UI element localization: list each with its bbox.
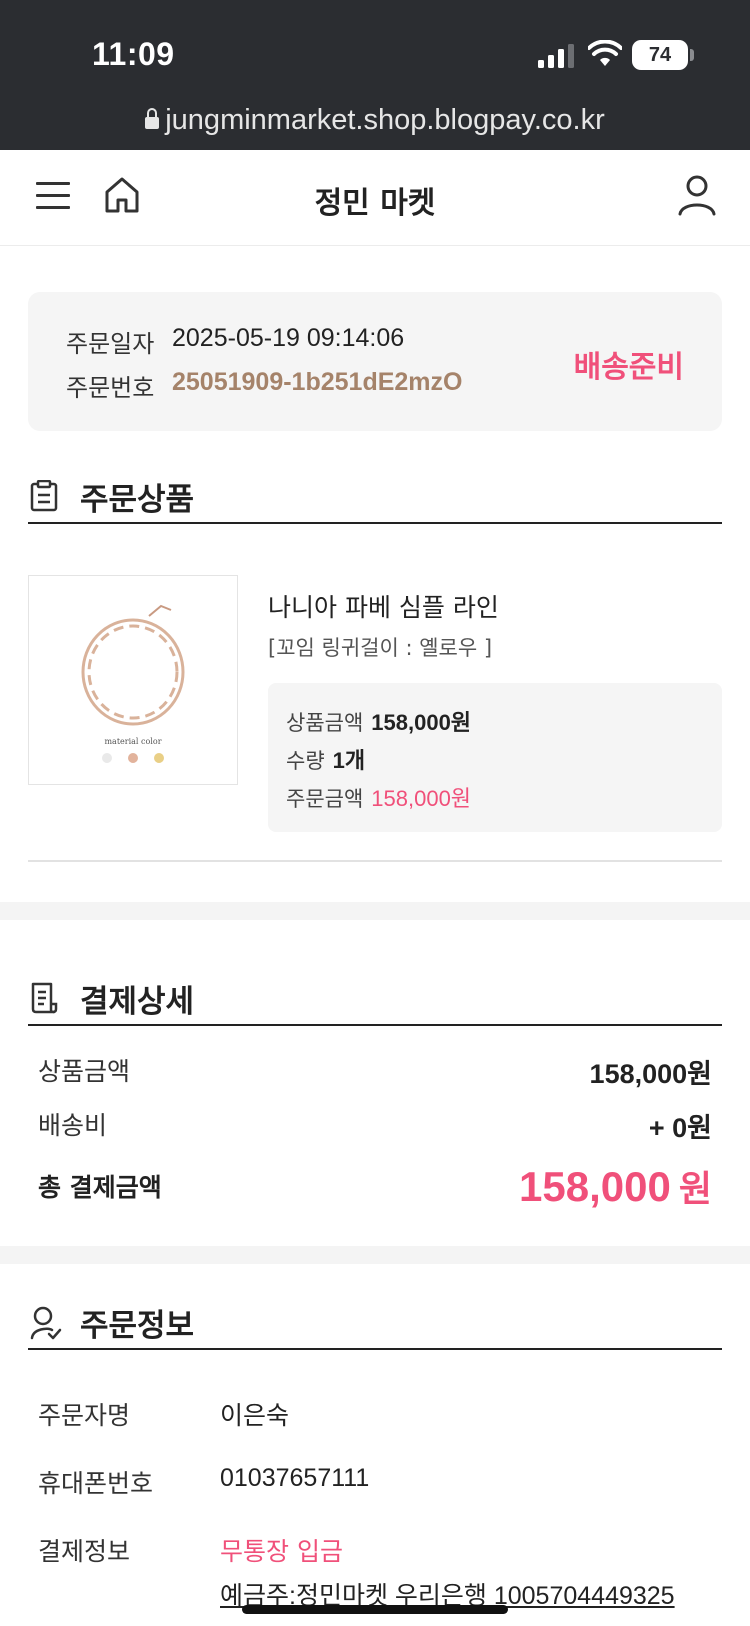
payment-detail-title: 결제상세: [80, 984, 195, 1020]
product-image[interactable]: material color: [28, 575, 238, 785]
home-indicator[interactable]: [242, 1605, 508, 1614]
order-summary-card: 주문일자 2025-05-19 09:14:06 주문번호 25051909-1…: [28, 292, 722, 431]
clipboard-icon: [30, 480, 58, 512]
url-text: jungminmarket.shop.blogpay.co.kr: [165, 104, 605, 136]
battery-cap: [690, 49, 694, 61]
image-caption: material color: [104, 737, 161, 746]
phone-value: 01037657111: [220, 1464, 370, 1492]
product-qty-label: 수량: [286, 749, 325, 773]
top-nav: 정민 마켓: [0, 150, 750, 246]
payment-product-row: 상품금액 158,000원: [38, 1052, 712, 1089]
battery-indicator: 74: [632, 40, 688, 70]
order-number-value: 25051909-1b251dE2mzO: [172, 368, 463, 396]
total-amount: 158,000 원: [519, 1160, 712, 1212]
product-order-value: 158,000원: [371, 786, 472, 811]
product-order-row: 주문금액 158,000원: [286, 781, 471, 813]
divider: [28, 860, 722, 862]
order-date-label: 주문일자: [66, 330, 155, 358]
shipping-label: 배송비: [38, 1111, 108, 1140]
order-products-title: 주문상품: [80, 482, 195, 518]
payment-product-label: 상품금액: [38, 1057, 131, 1086]
section-gap: [0, 902, 750, 920]
product-qty-value: 1개: [332, 748, 366, 773]
section-gap: [0, 1246, 750, 1264]
product-qty-row: 수량 1개: [286, 743, 365, 775]
status-time: 11:09: [92, 36, 175, 72]
shipping-value: + 0원: [648, 1113, 712, 1143]
payment-detail-header: 결제상세: [28, 976, 722, 1026]
shipping-row: 배송비 + 0원: [38, 1106, 712, 1143]
total-value: 158,000: [519, 1163, 671, 1210]
payment-info-label: 결제정보: [38, 1537, 131, 1566]
order-info-header: 주문정보: [28, 1300, 722, 1350]
product-price-box: 상품금액 158,000원 수량 1개 주문금액 158,000원: [268, 683, 722, 832]
product-option: [꼬임 링귀걸이 : 옐로우 ]: [268, 636, 493, 660]
product-name[interactable]: 나니아 파베 심플 라인: [268, 588, 499, 624]
total-label: 총 결제금액: [38, 1173, 162, 1202]
order-number-label: 주문번호: [66, 374, 155, 402]
product-price-value: 158,000원: [371, 710, 472, 735]
store-title[interactable]: 정민 마켓: [0, 178, 750, 222]
product-order-label: 주문금액: [286, 787, 364, 811]
status-bar: 11:09 74 jungminmarket.shop.blogpay.co.k…: [0, 0, 750, 150]
order-info-title: 주문정보: [80, 1308, 195, 1344]
wifi-icon: [588, 40, 622, 66]
total-unit: 원: [678, 1168, 712, 1209]
receipt-icon: [31, 982, 58, 1014]
necklace-image: material color: [81, 604, 185, 763]
payment-product-value: 158,000원: [589, 1059, 712, 1089]
signal-icon: [538, 44, 574, 68]
person-check-icon: [30, 1306, 62, 1340]
product-price-row: 상품금액 158,000원: [286, 705, 471, 737]
order-status-badge: 배송준비: [573, 350, 684, 385]
phone-label: 휴대폰번호: [38, 1469, 154, 1498]
lock-icon: [145, 108, 160, 129]
order-products-header: 주문상품: [28, 474, 722, 524]
order-date-value: 2025-05-19 09:14:06: [172, 324, 405, 352]
orderer-value: 이은숙: [220, 1402, 290, 1430]
product-price-label: 상품금액: [286, 711, 364, 735]
payment-method-value: 무통장 입금: [220, 1537, 343, 1566]
address-bar[interactable]: jungminmarket.shop.blogpay.co.kr: [0, 104, 750, 137]
orderer-label: 주문자명: [38, 1401, 131, 1430]
user-icon[interactable]: [676, 174, 718, 216]
